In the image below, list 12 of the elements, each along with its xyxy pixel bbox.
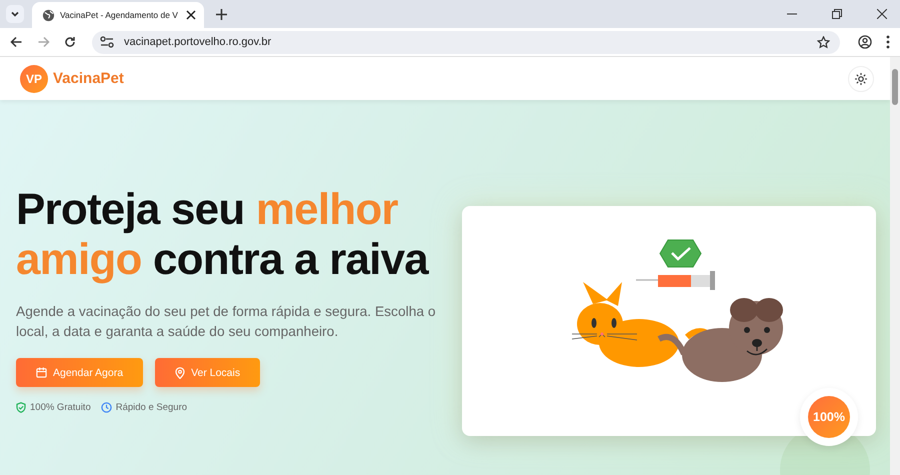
feature-label: Rápido e Seguro — [116, 402, 188, 413]
logo-text[interactable]: VacinaPet — [53, 70, 124, 87]
browser-tab[interactable]: VacinaPet - Agendamento de V — [32, 2, 204, 28]
badge-text: 100% — [808, 396, 850, 438]
cta-button[interactable]: Agendar Agora — [16, 358, 144, 387]
hero-description: Agende a vacinação do seu pet de forma rápida e segura. Escolha o local, a data e garanta a saúde do seu companheiro. — [16, 303, 436, 341]
hero-headline: Proteja seu melhor amigo contra a raiva — [16, 185, 430, 285]
logo-mark[interactable]: VP — [20, 64, 48, 92]
feature-label: 100% Gratuito — [30, 402, 91, 413]
address-field[interactable]: vacinapet.portovelho.ro.gov.br — [92, 30, 840, 54]
tab-title: VacinaPet - Agendamento de V — [60, 10, 179, 20]
cta-button[interactable]: Ver Locais — [155, 358, 260, 387]
